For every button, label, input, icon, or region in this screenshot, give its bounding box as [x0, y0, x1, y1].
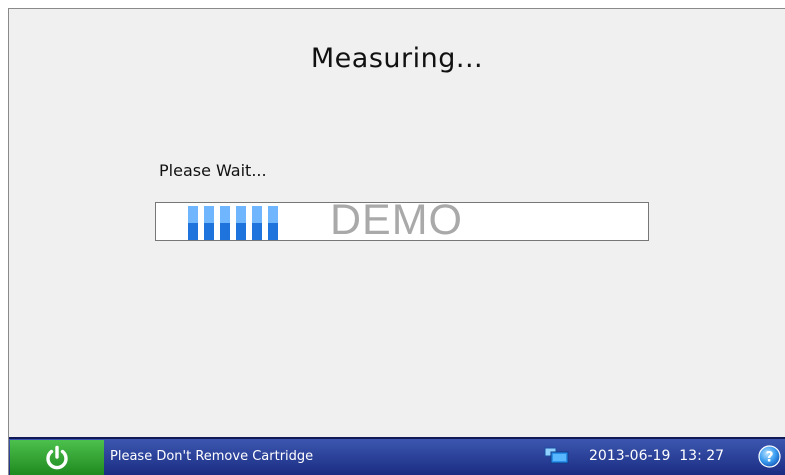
progress-segment	[252, 206, 262, 240]
status-message: Please Don't Remove Cartridge	[110, 449, 314, 464]
page-title: Measuring...	[310, 43, 484, 74]
progress-bar: DEMO	[155, 196, 649, 244]
main-screen: Measuring... Please Wait... DEMO Please …	[8, 8, 785, 475]
monitor-icon	[544, 447, 569, 464]
help-icon[interactable]: ?	[758, 445, 781, 468]
progress-segment	[188, 206, 198, 240]
power-icon	[46, 445, 68, 469]
wait-label: Please Wait...	[159, 161, 267, 180]
status-bar: Please Don't Remove Cartridge 2013-06-19…	[9, 437, 785, 475]
progress-fill	[188, 206, 278, 240]
datetime: 2013-06-19 13: 27	[589, 448, 725, 464]
demo-watermark: DEMO	[330, 196, 463, 244]
progress-segment	[220, 206, 230, 240]
progress-segment	[268, 206, 278, 240]
svg-text:?: ?	[765, 450, 773, 466]
progress-segment	[236, 206, 246, 240]
progress-segment	[204, 206, 214, 240]
power-button[interactable]	[10, 440, 104, 475]
